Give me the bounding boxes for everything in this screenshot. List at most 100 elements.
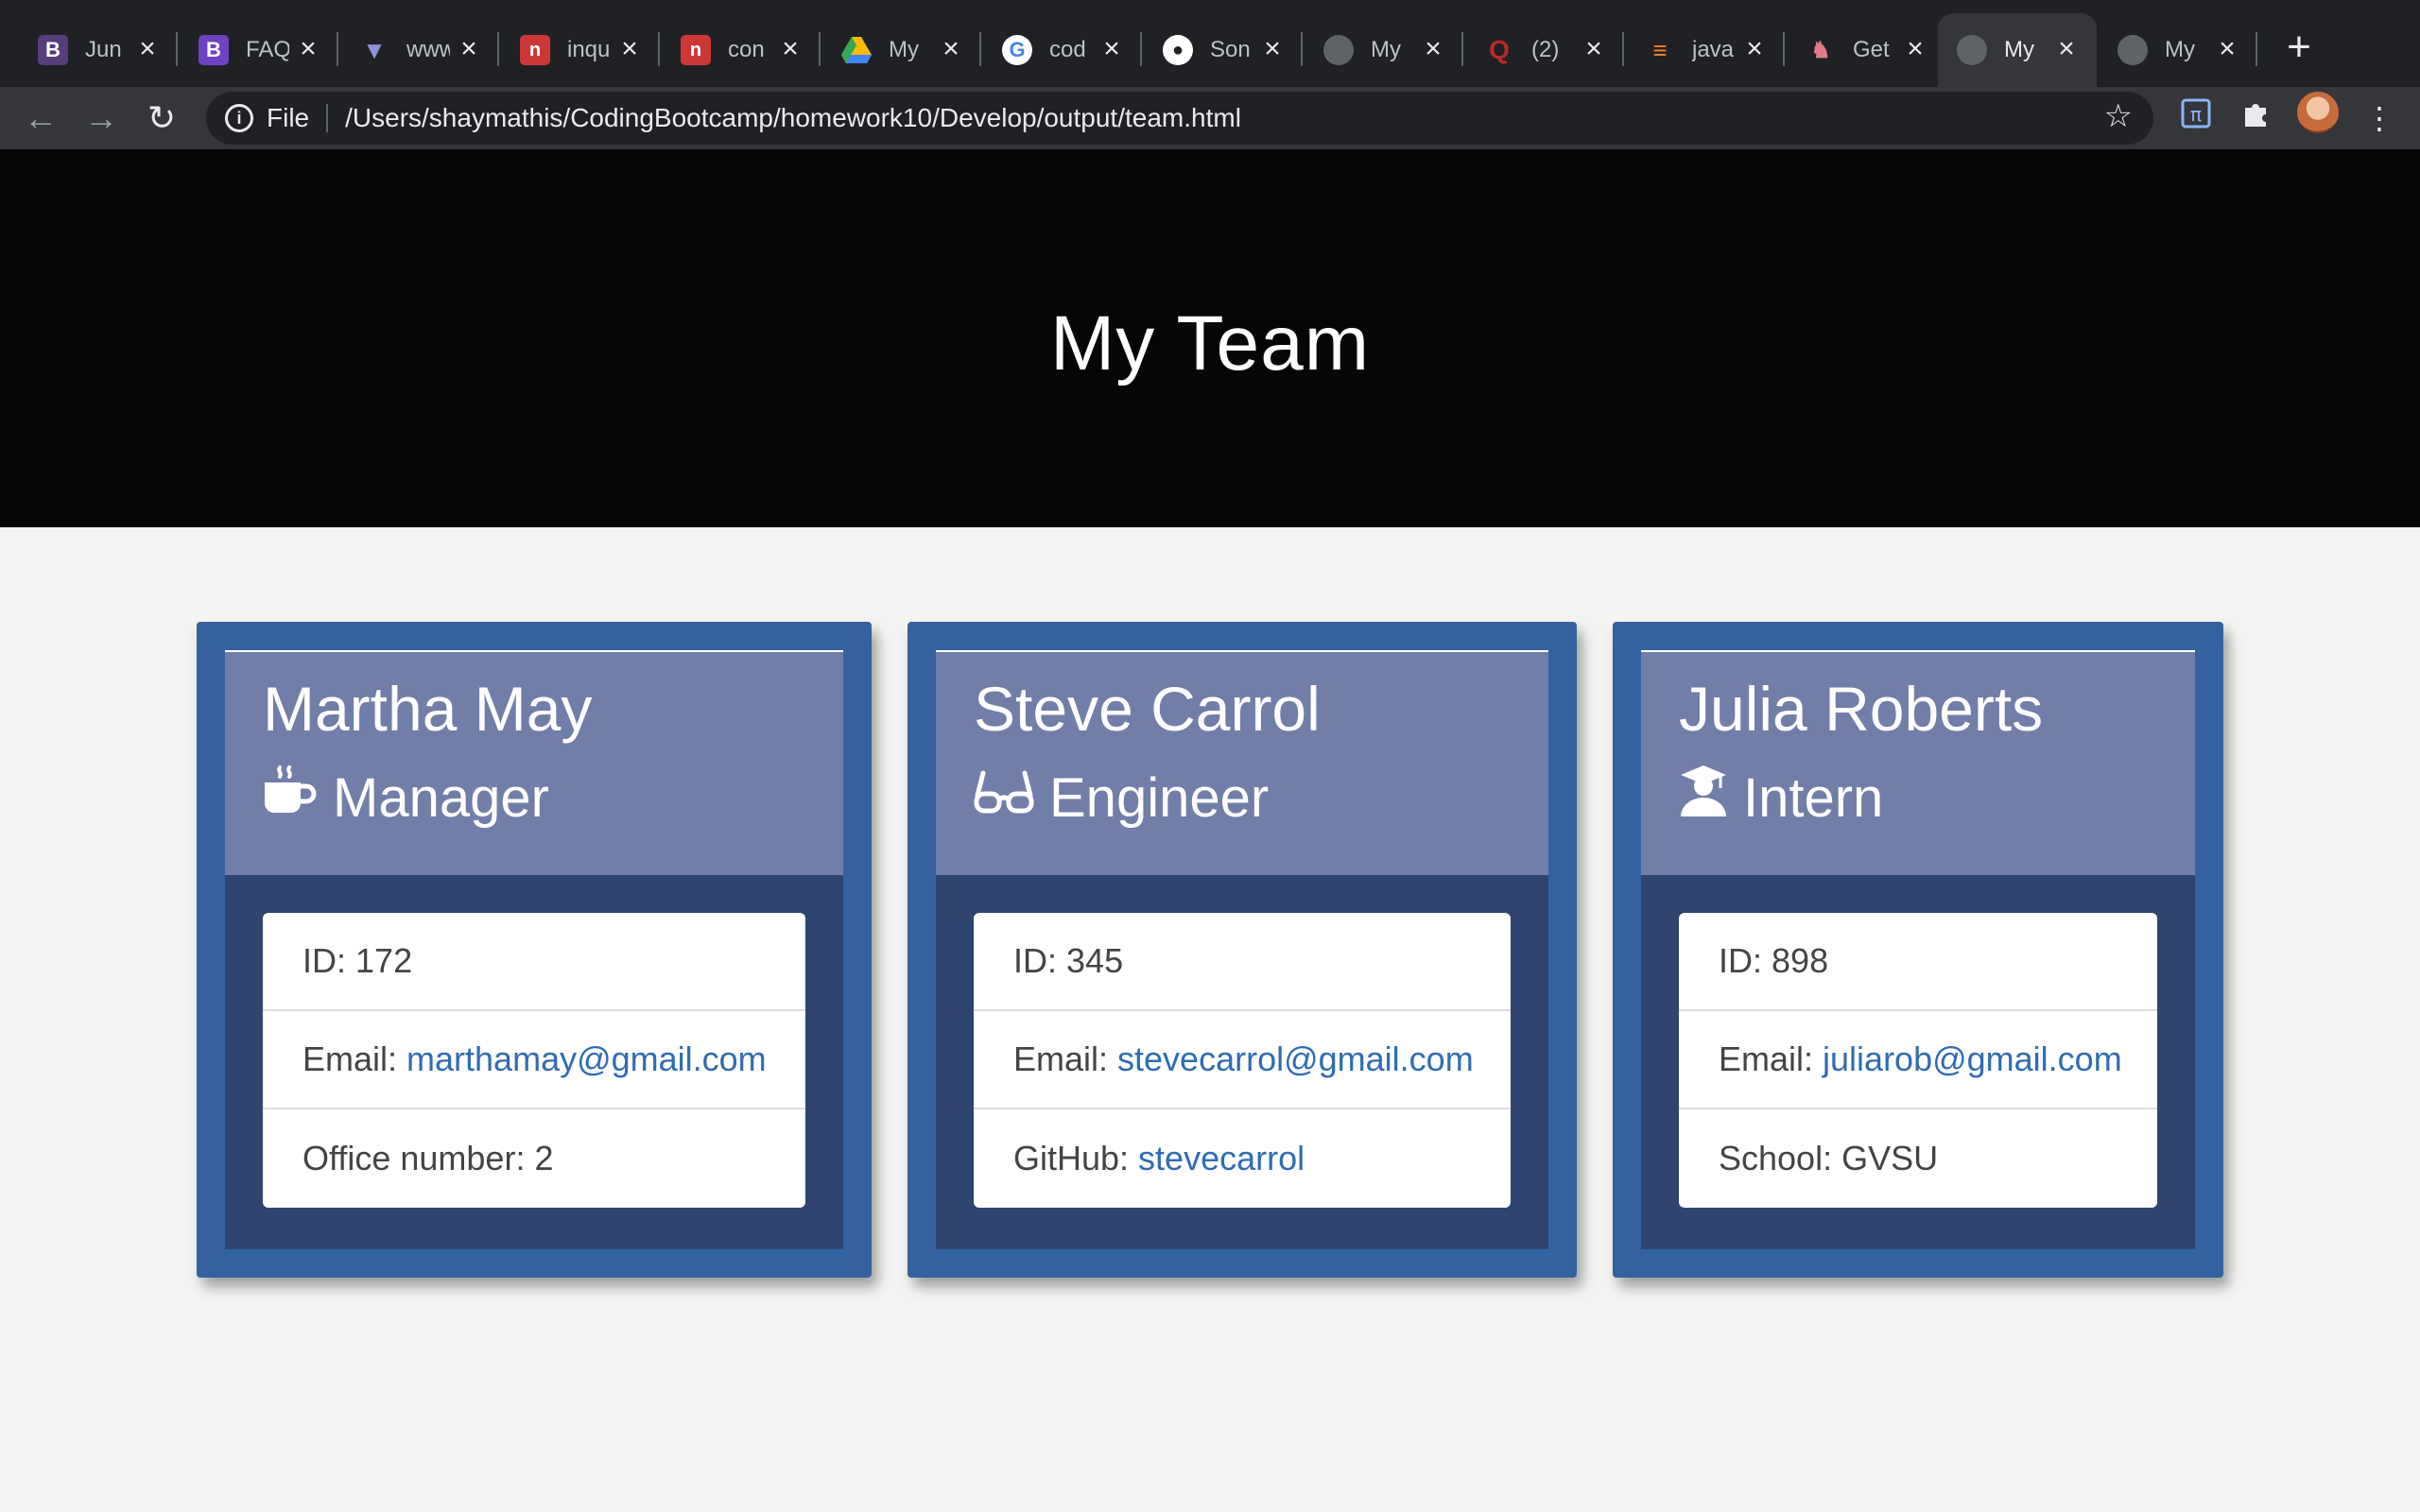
more-menu-icon[interactable]: ⋮	[2360, 98, 2399, 138]
office-value: 2	[534, 1139, 554, 1177]
globe-icon	[1323, 35, 1354, 65]
quora-icon: Q	[1489, 35, 1510, 64]
bootstrap-icon: B	[38, 35, 68, 65]
avatar[interactable]	[2297, 92, 2339, 133]
browser-tab[interactable]: B FAQ ×	[180, 13, 338, 87]
employee-role: Intern	[1679, 764, 1883, 832]
email-link[interactable]: juliarob@gmail.com	[1823, 1040, 2122, 1079]
url-text[interactable]: /Users/shaymathis/CodingBootcamp/homewor…	[345, 103, 1241, 133]
tab-divider	[176, 32, 178, 66]
list-item-school: School: GVSU	[1679, 1109, 2157, 1208]
wolf-icon: ▼	[362, 35, 387, 64]
list-item-email: Email: marthamay@gmail.com	[263, 1011, 805, 1109]
employee-name: Julia Roberts	[1679, 674, 2044, 744]
close-icon[interactable]: ×	[1900, 34, 1930, 64]
github-link[interactable]: stevecarrol	[1138, 1139, 1305, 1178]
email-label: Email:	[1719, 1040, 1814, 1078]
close-icon[interactable]: ×	[1257, 34, 1288, 64]
glasses-icon	[974, 764, 1049, 832]
browser-tab[interactable]: ● Son ×	[1144, 13, 1303, 87]
omnibox-divider	[326, 104, 329, 132]
card-body: ID: 898 Email: juliarob@gmail.com School:…	[1641, 875, 2195, 1249]
forward-arrow-icon[interactable]: →	[78, 94, 125, 142]
graduate-icon	[1679, 764, 1743, 832]
tab-title: Jun	[85, 37, 122, 62]
employee-role: Engineer	[974, 764, 1269, 832]
svg-text:π: π	[2190, 103, 2202, 126]
browser-tab[interactable]: My ×	[2099, 13, 2257, 87]
employee-card: Martha May Manager ID: 172 Email: martham…	[197, 622, 872, 1278]
tab-title: Get	[1853, 37, 1890, 62]
npm-icon: n	[520, 35, 550, 65]
browser-tab[interactable]: My ×	[822, 13, 981, 87]
email-label: Email:	[1013, 1040, 1109, 1078]
browser-tab[interactable]: G cod ×	[983, 13, 1142, 87]
info-icon[interactable]: i	[225, 104, 253, 132]
list-item-email: Email: juliarob@gmail.com	[1679, 1011, 2157, 1109]
tab-divider	[1301, 32, 1303, 66]
tab-divider	[497, 32, 499, 66]
browser-tab[interactable]: n inqu ×	[501, 13, 660, 87]
close-icon[interactable]: ×	[1418, 34, 1448, 64]
browser-tab[interactable]: n con ×	[662, 13, 821, 87]
employee-name: Steve Carrol	[974, 674, 1321, 744]
tab-title: con	[728, 37, 765, 62]
browser-tab[interactable]: Q (2) ×	[1465, 13, 1624, 87]
github-label: GitHub:	[1013, 1139, 1130, 1177]
bootstrap-icon: B	[199, 35, 229, 65]
id-label: ID:	[1719, 941, 1763, 980]
header-banner: My Team	[0, 149, 2420, 527]
address-bar[interactable]: i File /Users/shaymathis/CodingBootcamp/…	[206, 92, 2153, 145]
card-header: Steve Carrol Engineer	[936, 650, 1548, 875]
close-icon[interactable]: ×	[936, 34, 966, 64]
tab-divider	[337, 32, 338, 66]
close-icon[interactable]: ×	[2212, 34, 2242, 64]
tab-title: (2)	[1531, 37, 1560, 62]
tab-divider	[2256, 32, 2257, 66]
browser-tab[interactable]: ♞ Get ×	[1787, 13, 1945, 87]
bookmark-star-icon[interactable]: ☆	[2104, 97, 2133, 135]
close-icon[interactable]: ×	[1579, 34, 1609, 64]
coffee-mug-icon	[263, 764, 333, 832]
email-link[interactable]: marthamay@gmail.com	[406, 1040, 767, 1079]
tab-divider	[1461, 32, 1463, 66]
close-icon[interactable]: ×	[1739, 34, 1770, 64]
tab-divider	[979, 32, 981, 66]
list-item-github: GitHub: stevecarrol	[974, 1109, 1511, 1208]
back-arrow-icon[interactable]: ←	[17, 94, 64, 142]
close-icon[interactable]: ×	[2051, 34, 2082, 64]
github-icon: ●	[1163, 35, 1193, 65]
reload-icon[interactable]: ↻	[138, 94, 185, 142]
tab-divider	[1140, 32, 1142, 66]
close-icon[interactable]: ×	[1097, 34, 1127, 64]
tab-strip: B Jun × B FAQ × ▼ www × n inqu × n con ×…	[0, 0, 2420, 87]
close-icon[interactable]: ×	[293, 34, 323, 64]
info-list: ID: 172 Email: marthamay@gmail.com Office…	[263, 913, 805, 1208]
tab-divider	[658, 32, 660, 66]
email-link[interactable]: stevecarrol@gmail.com	[1117, 1040, 1474, 1079]
new-tab-button[interactable]: +	[2278, 26, 2320, 68]
tab-title: inqu	[567, 37, 611, 62]
puzzle-piece-icon[interactable]	[2237, 98, 2276, 138]
close-icon[interactable]: ×	[775, 34, 805, 64]
browser-tab[interactable]: B Jun ×	[19, 13, 178, 87]
close-icon[interactable]: ×	[132, 34, 163, 64]
browser-tab-active[interactable]: My ×	[1938, 13, 2097, 87]
browser-tab[interactable]: ≡ java ×	[1626, 13, 1785, 87]
close-icon[interactable]: ×	[454, 34, 484, 64]
browser-tab[interactable]: My ×	[1305, 13, 1463, 87]
employee-card: Julia Roberts Intern ID: 898 Email: julia…	[1613, 622, 2223, 1278]
npm-icon: n	[681, 35, 711, 65]
close-icon[interactable]: ×	[614, 34, 645, 64]
tab-title: My	[889, 37, 919, 62]
browser-tab[interactable]: ▼ www ×	[340, 13, 499, 87]
stackoverflow-icon: ≡	[1652, 35, 1668, 64]
card-body: ID: 345 Email: stevecarrol@gmail.com GitH…	[936, 875, 1548, 1249]
info-list: ID: 898 Email: juliarob@gmail.com School:…	[1679, 913, 2157, 1208]
employee-card: Steve Carrol Engineer ID: 345 Email: stev…	[908, 622, 1577, 1278]
extension-icon[interactable]: π	[2176, 98, 2216, 138]
card-header: Julia Roberts Intern	[1641, 650, 2195, 875]
id-value: 898	[1772, 941, 1829, 980]
id-label: ID:	[1013, 941, 1058, 980]
tab-title: cod	[1049, 37, 1086, 62]
